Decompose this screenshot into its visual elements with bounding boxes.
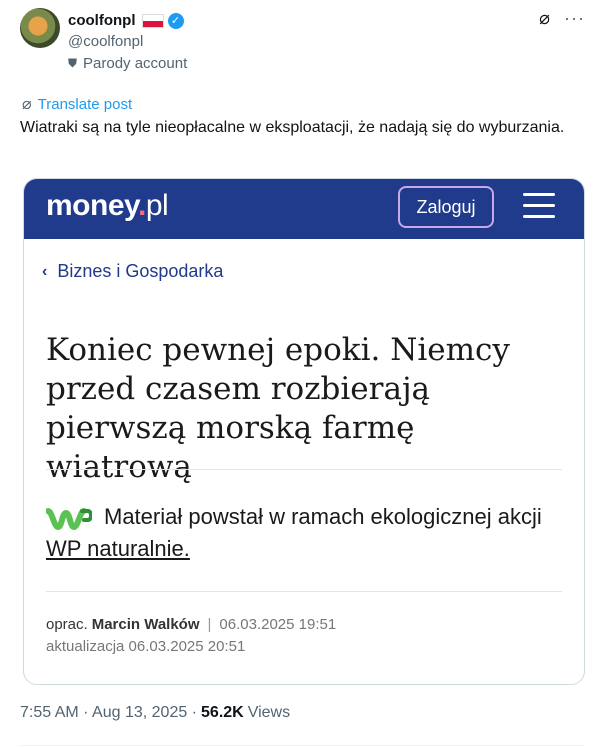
handle[interactable]: @coolfonpl xyxy=(68,33,143,50)
byline: oprac. Marcin Walków | 06.03.2025 19:51 xyxy=(46,616,336,633)
top-actions: ⌀ ··· xyxy=(539,8,585,29)
poland-flag-icon xyxy=(141,13,164,28)
name-row: coolfonpl ✓ xyxy=(68,12,184,29)
more-icon[interactable]: ··· xyxy=(564,8,585,29)
translate-icon: ⌀ xyxy=(22,96,32,113)
logo-dot: . xyxy=(137,189,146,222)
logo-main: money xyxy=(46,189,138,222)
verified-badge-icon[interactable]: ✓ xyxy=(167,12,184,29)
login-button[interactable]: Zaloguj xyxy=(398,186,494,228)
site-header: money.pl Zaloguj xyxy=(24,179,584,239)
views-label: Views xyxy=(247,704,291,721)
post-meta: 7:55 AM · Aug 13, 2025 · 56.2K Views xyxy=(20,704,290,722)
eco-note: Materiał powstał w ramach ekologicznej a… xyxy=(46,501,562,565)
display-name[interactable]: coolfonpl xyxy=(68,12,136,29)
wp-naturalnie-link[interactable]: WP naturalnie. xyxy=(46,536,190,561)
byline-separator: | xyxy=(207,616,212,633)
money-pl-logo: money.pl xyxy=(46,189,169,223)
parody-label: ⛊ Parody account xyxy=(68,55,187,72)
avatar[interactable] xyxy=(20,8,60,48)
published-date: 06.03.2025 19:51 xyxy=(219,616,337,633)
views-count[interactable]: 56.2K xyxy=(201,704,244,722)
post-header: coolfonpl ✓ @coolfonpl ⛊ Parody account … xyxy=(20,8,585,78)
wp-logo-icon xyxy=(46,508,92,531)
translate-post[interactable]: ⌀ Translate post xyxy=(22,94,132,114)
breadcrumb-label[interactable]: Biznes i Gospodarka xyxy=(57,261,223,282)
breadcrumb[interactable]: ‹ Biznes i Gospodarka xyxy=(42,261,223,282)
chevron-left-icon: ‹ xyxy=(42,262,48,280)
eco-note-text: Materiał powstał w ramach ekologicznej a… xyxy=(46,501,562,565)
updated-date: aktualizacja 06.03.2025 20:51 xyxy=(46,638,246,655)
byline-prefix: oprac. xyxy=(46,616,88,633)
article-headline: Koniec pewnej epoki. Niemcy przed czasem… xyxy=(46,332,510,485)
divider xyxy=(46,469,562,470)
timestamp[interactable]: 7:55 AM · Aug 13, 2025 · xyxy=(20,704,197,722)
mask-icon: ⛊ xyxy=(68,56,78,70)
logo-tld: pl xyxy=(145,189,169,222)
post-text: Wiatraki są na tyle nieopłacalne w ekspl… xyxy=(20,119,565,136)
divider xyxy=(20,745,585,746)
parody-text: Parody account xyxy=(83,55,188,72)
eco-note-body: Materiał powstał w ramach ekologicznej a… xyxy=(104,504,542,529)
article-card[interactable]: money.pl Zaloguj ‹ Biznes i Gospodarka K… xyxy=(23,178,585,685)
divider xyxy=(46,591,562,592)
grok-icon[interactable]: ⌀ xyxy=(539,8,550,29)
translate-label[interactable]: Translate post xyxy=(38,96,133,113)
author-name[interactable]: Marcin Walków xyxy=(92,616,200,633)
hamburger-menu-icon[interactable] xyxy=(523,191,555,221)
